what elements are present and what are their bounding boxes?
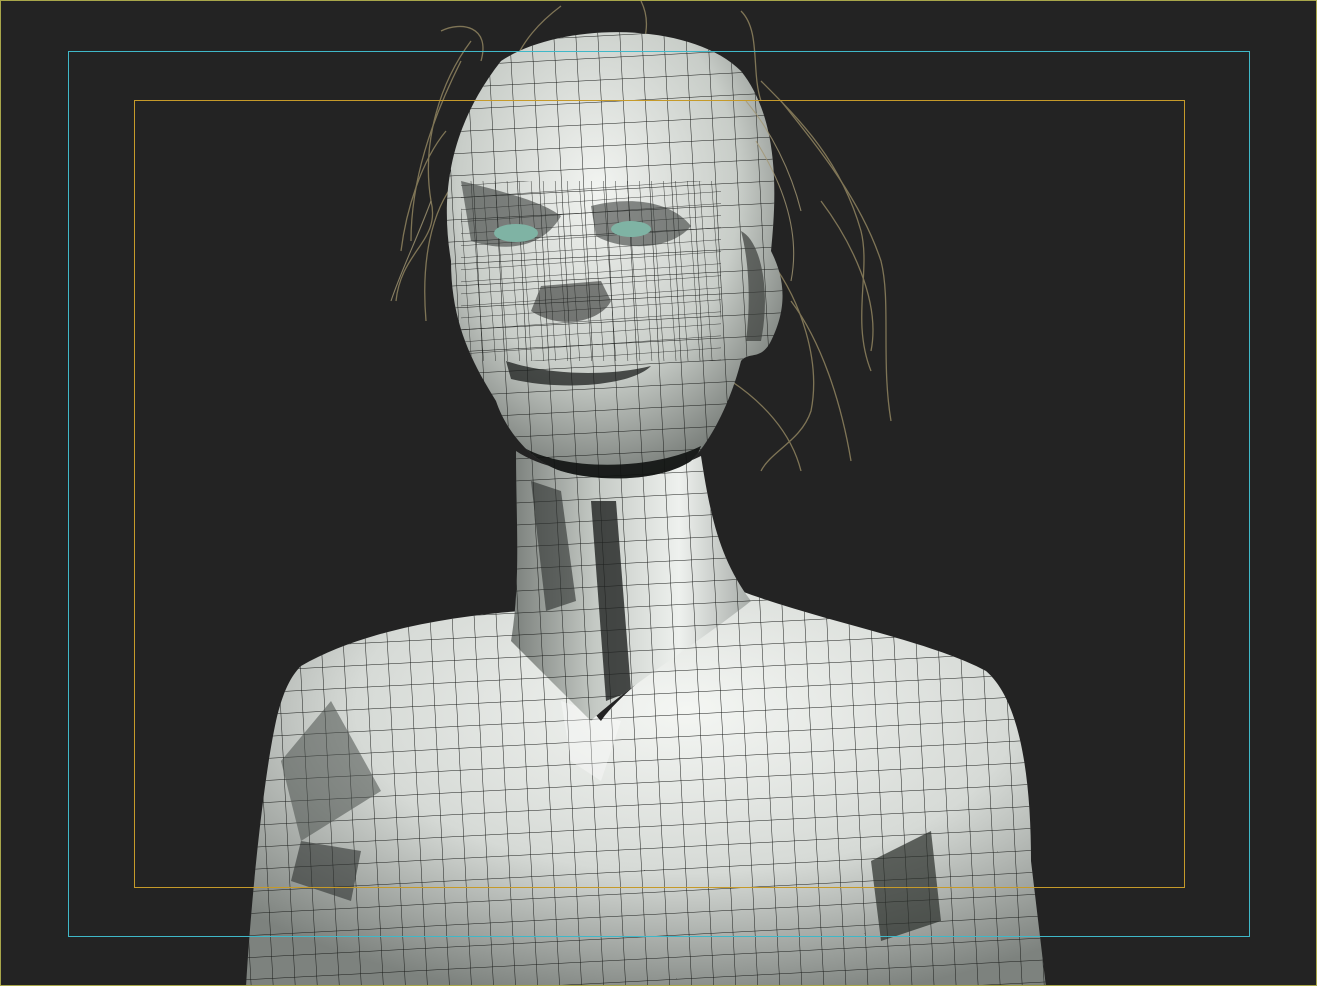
3d-viewport[interactable] xyxy=(0,0,1317,986)
character-mesh[interactable] xyxy=(1,1,1317,986)
left-eye xyxy=(494,224,538,242)
right-eye xyxy=(611,221,651,237)
head-mesh xyxy=(446,32,783,479)
